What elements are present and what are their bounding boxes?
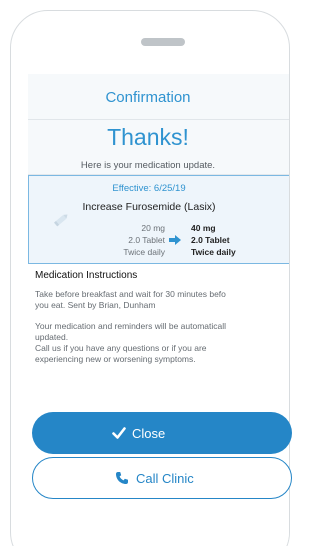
drug-name: Increase Furosemide (Lasix) [82, 201, 216, 213]
close-button-label: Close [132, 425, 166, 441]
confirmation-header: Confirmation Thanks! Here is your medica… [28, 74, 289, 175]
title-divider [28, 119, 289, 120]
instructions-heading: Medication Instructions [35, 270, 138, 281]
thanks-heading: Thanks! [107, 124, 189, 150]
old-form: 2.0 Tablet [128, 235, 165, 245]
medication-update-card: Effective: 6/25/19 Increase Furosemide (… [28, 175, 289, 264]
instruction-line: experiencing new or worsening symptoms. [35, 354, 196, 364]
new-dose: 40 mg [191, 223, 216, 233]
phone-speaker [141, 38, 185, 46]
new-form: 2.0 Tablet [191, 235, 230, 245]
instruction-line: you eat. Sent by Brian, Dunham [35, 300, 156, 310]
old-frequency: Twice daily [123, 247, 165, 257]
old-dose: 20 mg [141, 223, 165, 233]
call-clinic-button[interactable]: Call Clinic [32, 457, 292, 499]
instruction-line: Take before breakfast and wait for 30 mi… [35, 289, 226, 299]
pencil-icon [54, 214, 68, 227]
instruction-line: Your medication and reminders will be au… [35, 321, 227, 331]
arrow-right-icon [169, 235, 181, 245]
instruction-line: Call us if you have any questions or if … [35, 343, 207, 353]
instruction-line: updated. [35, 332, 69, 342]
call-clinic-label: Call Clinic [136, 470, 194, 486]
update-subtitle: Here is your medication update. [80, 160, 216, 171]
previous-dosage: 20 mg 2.0 Tablet Twice daily [123, 222, 165, 258]
close-button[interactable]: Close [32, 412, 292, 454]
checkmark-icon [112, 427, 126, 439]
screen-title: Confirmation [105, 89, 191, 106]
medication-instructions: Medication Instructions Take before brea… [28, 264, 289, 365]
new-frequency: Twice daily [191, 247, 236, 257]
phone-icon [116, 472, 128, 484]
new-dosage: 40 mg 2.0 Tablet Twice daily [191, 222, 236, 258]
effective-date: Effective: 6/25/19 [112, 183, 186, 194]
